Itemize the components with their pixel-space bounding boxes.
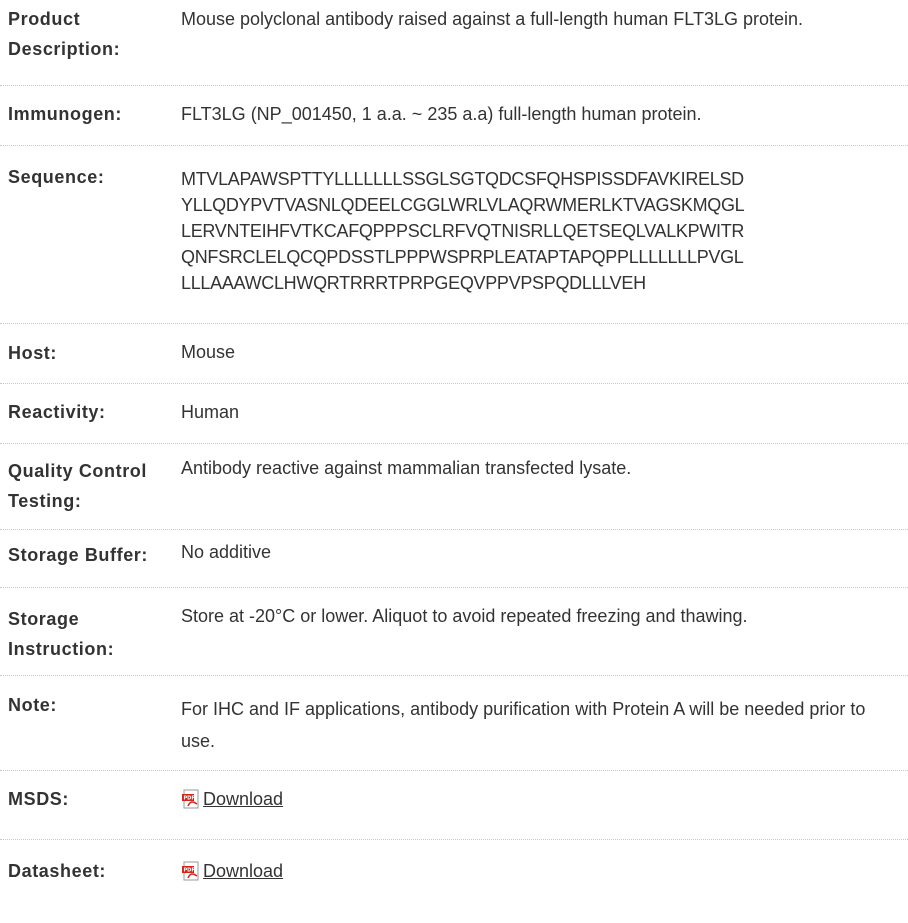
datasheet-download-text[interactable]: Download — [203, 859, 283, 883]
row-quality-control: Quality Control Testing: Antibody reacti… — [0, 444, 908, 530]
row-storage-instruction: Storage Instruction: Store at -20°C or l… — [0, 588, 908, 676]
svg-text:PDF: PDF — [184, 868, 195, 874]
note-label: Note: — [8, 695, 57, 715]
product-description-label: Product Description: — [0, 4, 181, 64]
row-note: Note: For IHC and IF applications, antib… — [0, 676, 908, 771]
row-msds: MSDS: PDF Download — [0, 771, 908, 840]
quality-control-label-line1: Quality Control — [8, 461, 147, 481]
quality-control-label: Quality Control Testing: — [0, 456, 181, 516]
sequence-line: QNFSRCLELQCQPDSSTLPPPWSPRPLEATAPTAPQPPLL… — [181, 247, 744, 267]
sequence-value: MTVLAPAWSPTTYLLLLLLLSSGLSGTQDCSFQHSPISSD… — [181, 162, 908, 296]
storage-instruction-label-line1: Storage — [8, 609, 80, 629]
immunogen-label: Immunogen: — [8, 104, 122, 124]
datasheet-value: PDF Download — [181, 856, 908, 887]
sequence-line: YLLQDYPVTVASNLQDEELCGGLWRLVLAQRWMERLKTVA… — [181, 195, 745, 215]
row-product-description: Product Description: Mouse polyclonal an… — [0, 0, 908, 86]
storage-instruction-label: Storage Instruction: — [0, 604, 181, 664]
row-immunogen: Immunogen: FLT3LG (NP_001450, 1 a.a. ~ 2… — [0, 86, 908, 146]
pdf-icon: PDF — [182, 789, 199, 809]
product-spec-table: Product Description: Mouse polyclonal an… — [0, 0, 908, 920]
product-description-value: Mouse polyclonal antibody raised against… — [181, 9, 804, 29]
msds-value: PDF Download — [181, 784, 908, 815]
quality-control-value: Antibody reactive against mammalian tran… — [181, 458, 632, 478]
storage-instruction-value: Store at -20°C or lower. Aliquot to avoi… — [181, 606, 748, 626]
svg-text:PDF: PDF — [184, 796, 195, 802]
row-host: Host: Mouse — [0, 324, 908, 384]
msds-download-text[interactable]: Download — [203, 787, 283, 811]
storage-buffer-label: Storage Buffer: — [8, 545, 149, 565]
sequence-line: MTVLAPAWSPTTYLLLLLLLSSGLSGTQDCSFQHSPISSD… — [181, 169, 744, 189]
pdf-icon: PDF — [182, 861, 199, 881]
product-description-label-line2: Description: — [8, 39, 121, 59]
sequence-line: LLLAAAWCLHWQRTRRRTPRPGEQVPPVPSPQDLLLVEH — [181, 273, 646, 293]
sequence-label: Sequence: — [8, 167, 105, 187]
row-reactivity: Reactivity: Human — [0, 384, 908, 444]
reactivity-value: Human — [181, 402, 240, 422]
row-storage-buffer: Storage Buffer: No additive — [0, 530, 908, 588]
immunogen-value: FLT3LG (NP_001450, 1 a.a. ~ 235 a.a) ful… — [181, 104, 702, 124]
datasheet-label: Datasheet: — [8, 861, 107, 881]
host-value: Mouse — [181, 342, 236, 362]
msds-download-link[interactable]: PDF Download — [181, 787, 283, 811]
row-datasheet: Datasheet: PDF Download — [0, 840, 908, 920]
row-sequence: Sequence: MTVLAPAWSPTTYLLLLLLLSSGLSGTQDC… — [0, 146, 908, 324]
msds-label: MSDS: — [8, 789, 69, 809]
quality-control-label-line2: Testing: — [8, 491, 82, 511]
datasheet-download-link[interactable]: PDF Download — [181, 859, 283, 883]
note-value: For IHC and IF applications, antibody pu… — [181, 699, 866, 751]
sequence-line: LERVNTEIHFVTKCAFQPPPSCLRFVQTNISRLLQETSEQ… — [181, 221, 745, 241]
reactivity-label: Reactivity: — [8, 402, 106, 422]
product-description-label-line1: Product — [8, 9, 81, 29]
storage-buffer-value: No additive — [181, 542, 272, 562]
storage-instruction-label-line2: Instruction: — [8, 639, 115, 659]
host-label: Host: — [8, 343, 57, 363]
